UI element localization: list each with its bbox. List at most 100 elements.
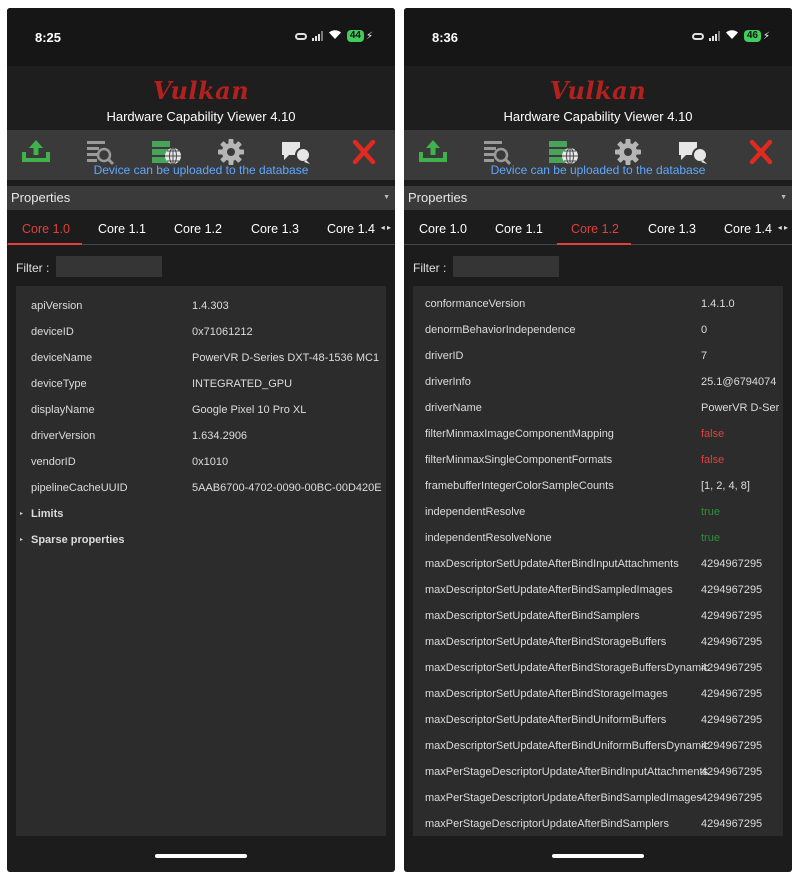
property-key: maxDescriptorSetUpdateAfterBindUniformBu… (425, 714, 667, 726)
active-tab-indicator (8, 243, 82, 245)
property-value: PowerVR D-Series (701, 402, 779, 414)
property-row: denormBehaviorIndependence 0 (413, 318, 783, 344)
property-row: deviceType INTEGRATED_GPU (16, 372, 386, 398)
property-key: maxDescriptorSetUpdateAfterBindStorageBu… (425, 662, 710, 674)
property-key: conformanceVersion (425, 298, 526, 310)
property-key: independentResolveNone (425, 532, 552, 544)
property-key: displayName (31, 404, 95, 416)
tab-core-1-0[interactable]: Core 1.0 (22, 222, 70, 236)
property-value: 4294967295 (701, 688, 763, 700)
property-list: conformanceVersion 1.4.1.0 denormBehaviorI… (413, 286, 783, 836)
property-row: pipelineCacheUUID 5AAB6700-4702-0090-00BC… (16, 476, 386, 502)
properties-dropdown[interactable]: Properties ▼ (7, 186, 395, 210)
property-value: 0x71061212 (192, 326, 253, 338)
property-value: 4294967295 (701, 662, 763, 674)
property-value: 4294967295 (701, 740, 763, 752)
property-key: maxDescriptorSetUpdateAfterBindSamplers (425, 610, 640, 622)
group-label: Sparse properties (31, 534, 125, 546)
property-key: deviceName (31, 352, 93, 364)
vulkan-logo: Vulkan (549, 76, 647, 105)
property-key: filterMinmaxSingleComponentFormats (425, 454, 613, 466)
database-globe-icon (152, 141, 181, 165)
phone-right: 8:36 46 ⚡ Vulkan Hardware Capability Vie… (404, 8, 792, 872)
property-row: maxDescriptorSetUpdateAfterBindSamplers 4… (413, 604, 783, 630)
property-key: maxPerStageDescriptorUpdateAfterBindSamp… (425, 792, 702, 804)
tab-core-1-1[interactable]: Core 1.1 (495, 222, 543, 236)
property-value: 4294967295 (701, 584, 763, 596)
tab-core-1-1[interactable]: Core 1.1 (98, 222, 146, 236)
group-sparse-properties[interactable]: ▸ Sparse properties (20, 528, 320, 554)
property-value: 4294967295 (701, 818, 763, 830)
tab-core-1-4[interactable]: Core 1.4 (327, 222, 375, 236)
filter-label: Filter : (16, 261, 50, 275)
group-limits[interactable]: ▸ Limits (20, 502, 320, 528)
tab-core-1-2[interactable]: Core 1.2 (174, 222, 222, 236)
upload-icon (22, 140, 50, 162)
property-value: 0x1010 (192, 456, 229, 468)
property-row: filterMinmaxImageComponentMapping false (413, 422, 783, 448)
tab-core-1-4[interactable]: Core 1.4 (724, 222, 772, 236)
property-value: 4294967295 (701, 636, 763, 648)
property-row: maxDescriptorSetUpdateAfterBindStorageIm… (413, 682, 783, 708)
battery-icon: 44 (346, 30, 364, 42)
tab-core-1-0[interactable]: Core 1.0 (419, 222, 467, 236)
property-key: deviceType (31, 378, 87, 390)
property-key: deviceID (31, 326, 74, 338)
property-value: 7 (701, 350, 708, 362)
filter-input[interactable] (453, 256, 559, 277)
property-value: false (701, 428, 725, 440)
status-icons: 46 ⚡ (691, 29, 770, 43)
tab-core-1-3[interactable]: Core 1.3 (648, 222, 696, 236)
property-key: driverVersion (31, 430, 96, 442)
property-value: 4294967295 (701, 714, 763, 726)
property-key: driverInfo (425, 376, 471, 388)
property-row: independentResolveNone true (413, 526, 783, 552)
property-value: true (701, 506, 720, 518)
signal-icon (708, 31, 720, 41)
signal-icon (311, 31, 323, 41)
property-value: 1.4.303 (192, 300, 229, 312)
property-value: false (701, 454, 725, 466)
charging-icon: ⚡ (365, 30, 373, 42)
property-row: maxDescriptorSetUpdateAfterBindUniformBu… (413, 734, 783, 760)
property-row: maxPerStageDescriptorUpdateAfterBindInpu… (413, 760, 783, 786)
properties-dropdown[interactable]: Properties ▼ (404, 186, 792, 210)
upload-notice: Device can be uploaded to the database (490, 163, 706, 177)
property-value: 1.634.2906 (192, 430, 248, 442)
filter-input[interactable] (56, 256, 162, 277)
app-title: Hardware Capability Viewer 4.10 (106, 109, 296, 124)
chevron-right-icon: ▸ (20, 511, 24, 517)
tab-scroll-arrows-icon[interactable]: ◂ ▸ (381, 223, 391, 232)
property-key: vendorID (31, 456, 76, 468)
home-indicator (155, 854, 247, 858)
property-row: filterMinmaxSingleComponentFormats false (413, 448, 783, 474)
property-row: conformanceVersion 1.4.1.0 (413, 292, 783, 318)
app-header: Vulkan Hardware Capability Viewer 4.10 (404, 66, 792, 130)
property-value: [1, 2, 4, 8] (701, 480, 750, 492)
tab-core-1-3[interactable]: Core 1.3 (251, 222, 299, 236)
app-header: Vulkan Hardware Capability Viewer 4.10 (7, 66, 395, 130)
property-value: Google Pixel 10 Pro XL (192, 404, 307, 416)
tab-scroll-arrows-icon[interactable]: ◂ ▸ (778, 223, 788, 232)
property-row: driverInfo 25.1@6794074 (413, 370, 783, 396)
property-row: maxPerStageDescriptorUpdateAfterBindSamp… (413, 812, 783, 836)
properties-label: Properties (11, 190, 71, 205)
property-value: 4294967295 (701, 792, 763, 804)
report-search-icon (484, 141, 512, 166)
property-row: maxPerStageDescriptorUpdateAfterBindSamp… (413, 786, 783, 812)
property-row: maxDescriptorSetUpdateAfterBindStorageBu… (413, 630, 783, 656)
property-value: 1.4.1.0 (701, 298, 735, 310)
app-title: Hardware Capability Viewer 4.10 (503, 109, 693, 124)
property-key: driverName (425, 402, 482, 414)
tab-core-1-2[interactable]: Core 1.2 (571, 222, 619, 236)
status-bar: 8:36 46 ⚡ (404, 8, 792, 66)
property-value: 5AAB6700-4702-0090-00BC-00D420E2... (192, 482, 382, 494)
vulkan-logo: Vulkan (152, 76, 250, 105)
active-tab-indicator (557, 243, 631, 245)
property-key: driverID (425, 350, 464, 362)
property-value: INTEGRATED_GPU (192, 378, 293, 390)
property-list: apiVersion 1.4.303 deviceID 0x71061212 devic… (16, 286, 386, 836)
property-value: 4294967295 (701, 558, 763, 570)
gear-icon (218, 139, 244, 165)
property-key: apiVersion (31, 300, 83, 312)
